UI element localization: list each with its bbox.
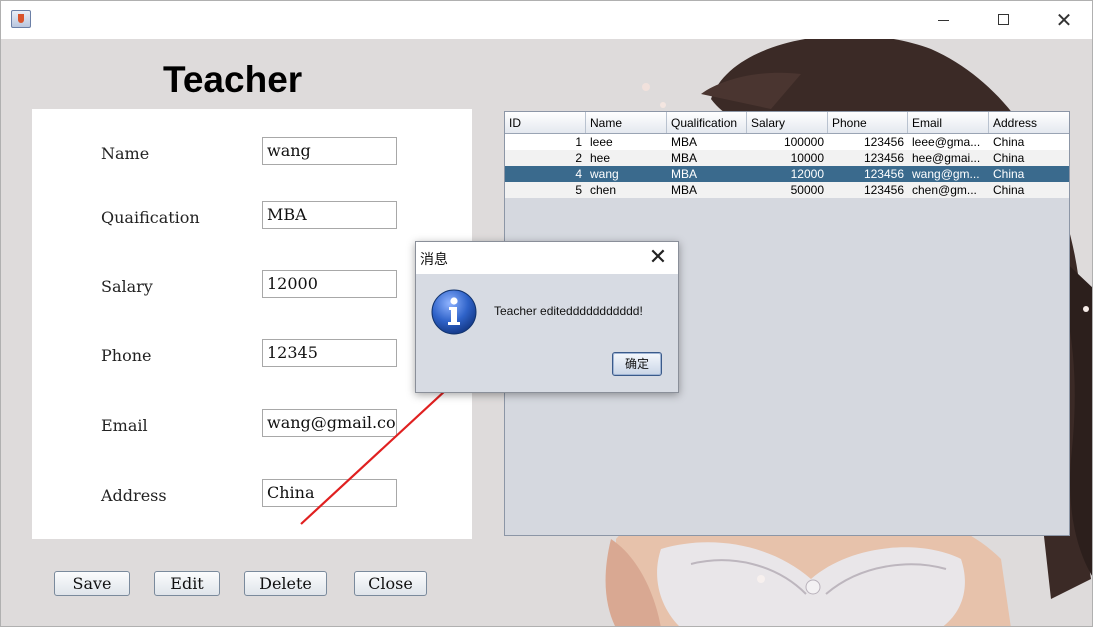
salary-label: Salary bbox=[101, 277, 153, 296]
table-row[interactable]: 2 hee MBA 10000 123456 hee@gmai... China bbox=[505, 150, 1069, 166]
phone-input[interactable]: 12345 bbox=[262, 339, 397, 367]
cell-salary: 50000 bbox=[790, 183, 824, 197]
dialog-title: 消息 bbox=[420, 252, 448, 268]
table-row[interactable]: 1 leee MBA 100000 123456 leee@gma... Chi… bbox=[505, 134, 1069, 150]
cell-email: hee@gmai... bbox=[912, 151, 981, 165]
name-label: Name bbox=[101, 144, 150, 163]
title-bar: ✕ bbox=[1, 1, 1092, 39]
info-icon bbox=[431, 289, 477, 335]
cell-email: wang@gm... bbox=[912, 167, 980, 181]
close-icon: ✕ bbox=[1055, 8, 1073, 32]
cell-name: wang bbox=[590, 167, 619, 181]
cell-name: chen bbox=[590, 183, 617, 197]
ok-button[interactable]: 确定 bbox=[612, 352, 662, 376]
cell-phone: 123456 bbox=[863, 167, 904, 181]
cell-address: China bbox=[993, 151, 1025, 165]
cell-qualification: MBA bbox=[671, 183, 698, 197]
dialog-close-button[interactable]: ✕ bbox=[644, 244, 672, 272]
cell-name: hee bbox=[590, 151, 611, 165]
maximize-button[interactable] bbox=[981, 1, 1027, 39]
java-app-icon bbox=[11, 10, 31, 28]
save-button[interactable]: Save bbox=[54, 571, 130, 596]
cell-id: 1 bbox=[575, 135, 582, 149]
cell-qualification: MBA bbox=[671, 167, 698, 181]
delete-button[interactable]: Delete bbox=[244, 571, 327, 596]
salary-input[interactable]: 12000 bbox=[262, 270, 397, 298]
dialog-message: Teacher editeddddddddddd! bbox=[494, 304, 643, 318]
cell-qualification: MBA bbox=[671, 135, 698, 149]
cell-name: leee bbox=[590, 135, 613, 149]
cell-id: 5 bbox=[575, 183, 582, 197]
column-header-phone[interactable]: Phone bbox=[828, 112, 908, 133]
cell-phone: 123456 bbox=[863, 135, 904, 149]
cell-id: 2 bbox=[575, 151, 582, 165]
column-header-salary[interactable]: Salary bbox=[747, 112, 828, 133]
cell-salary: 10000 bbox=[790, 151, 824, 165]
cell-address: China bbox=[993, 183, 1025, 197]
page-title: Teacher bbox=[163, 59, 303, 100]
table-row-selected[interactable]: 4 wang MBA 12000 123456 wang@gm... China bbox=[505, 166, 1069, 182]
email-input[interactable]: wang@gmail.com bbox=[262, 409, 397, 437]
column-header-address[interactable]: Address bbox=[989, 112, 1069, 133]
cell-salary: 100000 bbox=[783, 135, 824, 149]
close-button[interactable]: Close bbox=[354, 571, 427, 596]
address-input[interactable]: China bbox=[262, 479, 397, 507]
minimize-icon bbox=[938, 20, 949, 21]
dialog-title-bar: 消息 ✕ bbox=[416, 242, 678, 274]
address-label: Address bbox=[101, 486, 167, 505]
cell-address: China bbox=[993, 135, 1025, 149]
column-header-qualification[interactable]: Qualification bbox=[667, 112, 747, 133]
qualification-input[interactable]: MBA bbox=[262, 201, 397, 229]
cell-address: China bbox=[993, 167, 1025, 181]
message-dialog: 消息 ✕ Teacher editeddddddddddd! 确定 bbox=[415, 241, 679, 393]
cell-qualification: MBA bbox=[671, 151, 698, 165]
table-row[interactable]: 5 chen MBA 50000 123456 chen@gm... China bbox=[505, 182, 1069, 198]
table-header: ID Name Qualification Salary Phone Email… bbox=[505, 112, 1069, 134]
teacher-form-panel: Name wang Quaification MBA Salary 12000 … bbox=[32, 109, 472, 539]
cell-salary: 12000 bbox=[790, 167, 824, 181]
app-window: ✕ Teacher Name wang Quaification MBA Sal… bbox=[0, 0, 1093, 627]
cell-id: 4 bbox=[575, 167, 582, 181]
edit-button[interactable]: Edit bbox=[154, 571, 220, 596]
column-header-id[interactable]: ID bbox=[505, 112, 586, 133]
cell-phone: 123456 bbox=[863, 151, 904, 165]
column-header-email[interactable]: Email bbox=[908, 112, 989, 133]
email-label: Email bbox=[101, 416, 148, 435]
qualification-label: Quaification bbox=[101, 208, 200, 227]
phone-label: Phone bbox=[101, 346, 152, 365]
cell-phone: 123456 bbox=[863, 183, 904, 197]
maximize-icon bbox=[998, 14, 1009, 25]
cell-email: leee@gma... bbox=[912, 135, 981, 149]
name-input[interactable]: wang bbox=[262, 137, 397, 165]
column-header-name[interactable]: Name bbox=[586, 112, 667, 133]
close-window-button[interactable]: ✕ bbox=[1041, 1, 1087, 39]
minimize-button[interactable] bbox=[921, 1, 967, 39]
cell-email: chen@gm... bbox=[912, 183, 977, 197]
